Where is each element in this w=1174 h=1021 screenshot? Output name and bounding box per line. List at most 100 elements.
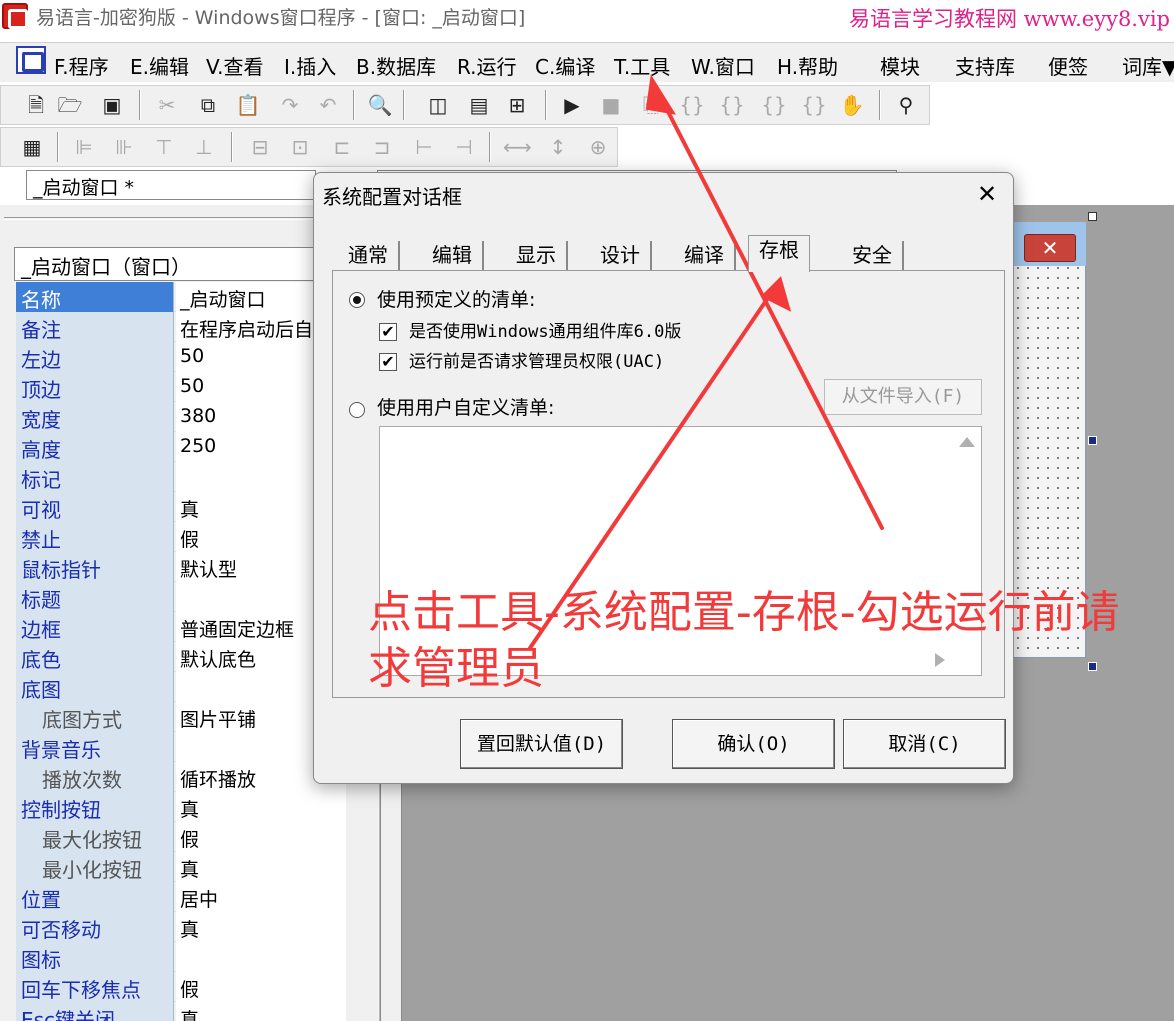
h-spacing-icon[interactable]: ⊢ (411, 134, 437, 160)
property-row[interactable]: 备注 在程序启动后自 (16, 312, 346, 342)
tab-general[interactable]: 通常 (338, 241, 400, 271)
fit-height-icon[interactable]: ↕ (545, 134, 571, 160)
step-into-icon[interactable]: {} (679, 92, 705, 118)
menu-notes[interactable]: 便签 (1048, 51, 1088, 80)
binoculars-icon[interactable]: ⚲ (893, 92, 919, 118)
tab-display[interactable]: 显示 (506, 241, 568, 271)
property-row[interactable]: 边框 普通固定边框 (16, 612, 346, 642)
property-row[interactable]: 回车下移焦点假 (16, 972, 346, 1002)
property-row[interactable]: 鼠标指针 默认型 (16, 552, 346, 582)
tab-compile[interactable]: 编译 (674, 241, 736, 271)
menu-support-lib[interactable]: 支持库 (955, 51, 1015, 80)
import-from-file-button[interactable]: 从文件导入(F) (824, 379, 982, 415)
property-row[interactable]: 底图方式 图片平铺 (16, 702, 346, 732)
menu-help[interactable]: H.帮助 (777, 51, 838, 80)
menu-window[interactable]: W.窗口 (691, 51, 755, 80)
step-over-icon[interactable]: {} (719, 92, 745, 118)
predefined-manifest-radio[interactable] (349, 292, 365, 308)
layout-3-icon[interactable]: ⊞ (504, 92, 530, 118)
menu-database[interactable]: B.数据库 (356, 51, 436, 80)
step-out-icon[interactable]: {} (761, 92, 787, 118)
property-row[interactable]: 控制按钮真 (16, 792, 346, 822)
center-v-icon[interactable]: ⊡ (287, 134, 313, 160)
property-row[interactable]: 可视真 (16, 492, 346, 522)
property-value[interactable] (176, 942, 346, 972)
tab-stub[interactable]: 存根 (748, 235, 810, 272)
menu-program[interactable]: F.程序 (54, 51, 109, 80)
run-to-cursor-icon[interactable]: {} (801, 92, 827, 118)
uac-checkbox[interactable]: ✔ (379, 353, 397, 371)
property-row[interactable]: 播放次数 循环播放 (16, 762, 346, 792)
document-menu-icon[interactable] (16, 46, 46, 74)
center-form-icon[interactable]: ⊕ (585, 134, 611, 160)
tab-security[interactable]: 安全 (842, 241, 904, 271)
align-top-icon[interactable]: ⊤ (151, 134, 177, 160)
layout-2-icon[interactable]: ▤ (466, 92, 492, 118)
menu-run[interactable]: R.运行 (457, 51, 517, 80)
object-selector[interactable]: _启动窗口（窗口） (14, 247, 344, 281)
property-row[interactable]: 底色 默认底色 (16, 642, 346, 672)
form-icon[interactable]: ▦ (19, 134, 45, 160)
menu-dictionary[interactable]: 词库▼ (1122, 51, 1174, 80)
property-row[interactable]: 左边 50 (16, 342, 346, 372)
property-row[interactable]: 图标 (16, 942, 346, 972)
property-row[interactable]: 最小化按钮真 (16, 852, 346, 882)
undo-icon[interactable]: ↶ (315, 92, 341, 118)
property-value[interactable]: 真 (176, 1002, 346, 1021)
property-value[interactable]: 居中 (176, 882, 346, 912)
run-icon[interactable]: ▶ (559, 92, 585, 118)
menu-edit[interactable]: E.编辑 (130, 51, 189, 80)
tab-design[interactable]: 设计 (590, 241, 652, 271)
new-file-icon[interactable]: 🗎 (23, 92, 49, 118)
window-selector-combo[interactable]: _启动窗口 * (26, 170, 316, 200)
property-value[interactable]: 假 (176, 972, 346, 1002)
center-h-icon[interactable]: ⊟ (247, 134, 273, 160)
property-row[interactable]: 顶边 50 (16, 372, 346, 402)
property-row[interactable]: 禁止假 (16, 522, 346, 552)
fit-width-icon[interactable]: ⟷ (503, 134, 532, 160)
layout-1-icon[interactable]: ◫ (425, 92, 451, 118)
save-icon[interactable]: ▣ (99, 92, 125, 118)
property-row[interactable]: 位置 居中 (16, 882, 346, 912)
property-row[interactable]: 标题 (16, 582, 346, 612)
property-value[interactable]: 假 (176, 822, 346, 852)
redo-icon[interactable]: ↷ (277, 92, 303, 118)
v-spacing-icon[interactable]: ⊣ (451, 134, 477, 160)
resize-handle-top-right[interactable] (1088, 212, 1097, 221)
property-value[interactable]: 真 (176, 912, 346, 942)
property-row[interactable]: 可否移动真 (16, 912, 346, 942)
reset-defaults-button[interactable]: 置回默认值(D) (460, 719, 623, 769)
resize-handle-right[interactable] (1088, 436, 1097, 445)
align-left-icon[interactable]: ⊫ (71, 134, 97, 160)
menu-insert[interactable]: I.插入 (284, 51, 336, 80)
custom-manifest-radio[interactable] (349, 402, 365, 418)
menu-tools[interactable]: T.工具 (614, 51, 670, 80)
close-icon[interactable]: ✕ (972, 179, 1002, 209)
same-height-icon[interactable]: ⊐ (369, 134, 395, 160)
menu-view[interactable]: V.查看 (206, 51, 263, 80)
hand-icon[interactable]: ✋ (839, 92, 865, 118)
stop-icon[interactable]: ■ (598, 92, 624, 118)
debug-step-icon[interactable]: ⎘ (638, 92, 664, 118)
find-icon[interactable]: 🔍 (367, 92, 393, 118)
property-row[interactable]: 名称 _启动窗口 (16, 282, 346, 312)
property-value[interactable]: 真 (176, 852, 346, 882)
scroll-up-icon[interactable] (959, 437, 975, 447)
align-right-icon[interactable]: ⊪ (111, 134, 137, 160)
property-row[interactable]: 底图 (16, 672, 346, 702)
property-value[interactable]: 真 (176, 792, 346, 822)
align-bottom-icon[interactable]: ⊥ (191, 134, 217, 160)
tab-edit[interactable]: 编辑 (422, 241, 484, 271)
same-width-icon[interactable]: ⊏ (329, 134, 355, 160)
property-row[interactable]: 高度 250 (16, 432, 346, 462)
paste-icon[interactable]: 📋 (235, 92, 261, 118)
menu-module[interactable]: 模块 (880, 51, 920, 80)
property-row[interactable]: 最大化按钮假 (16, 822, 346, 852)
cut-icon[interactable]: ✂ (154, 92, 180, 118)
copy-icon[interactable]: ⧉ (195, 92, 221, 118)
property-row[interactable]: 背景音乐 (16, 732, 346, 762)
property-row[interactable]: 标记 (16, 462, 346, 492)
menu-compile[interactable]: C.编译 (535, 51, 595, 80)
property-row[interactable]: Esc键关闭真 (16, 1002, 346, 1021)
cancel-button[interactable]: 取消(C) (843, 719, 1006, 769)
